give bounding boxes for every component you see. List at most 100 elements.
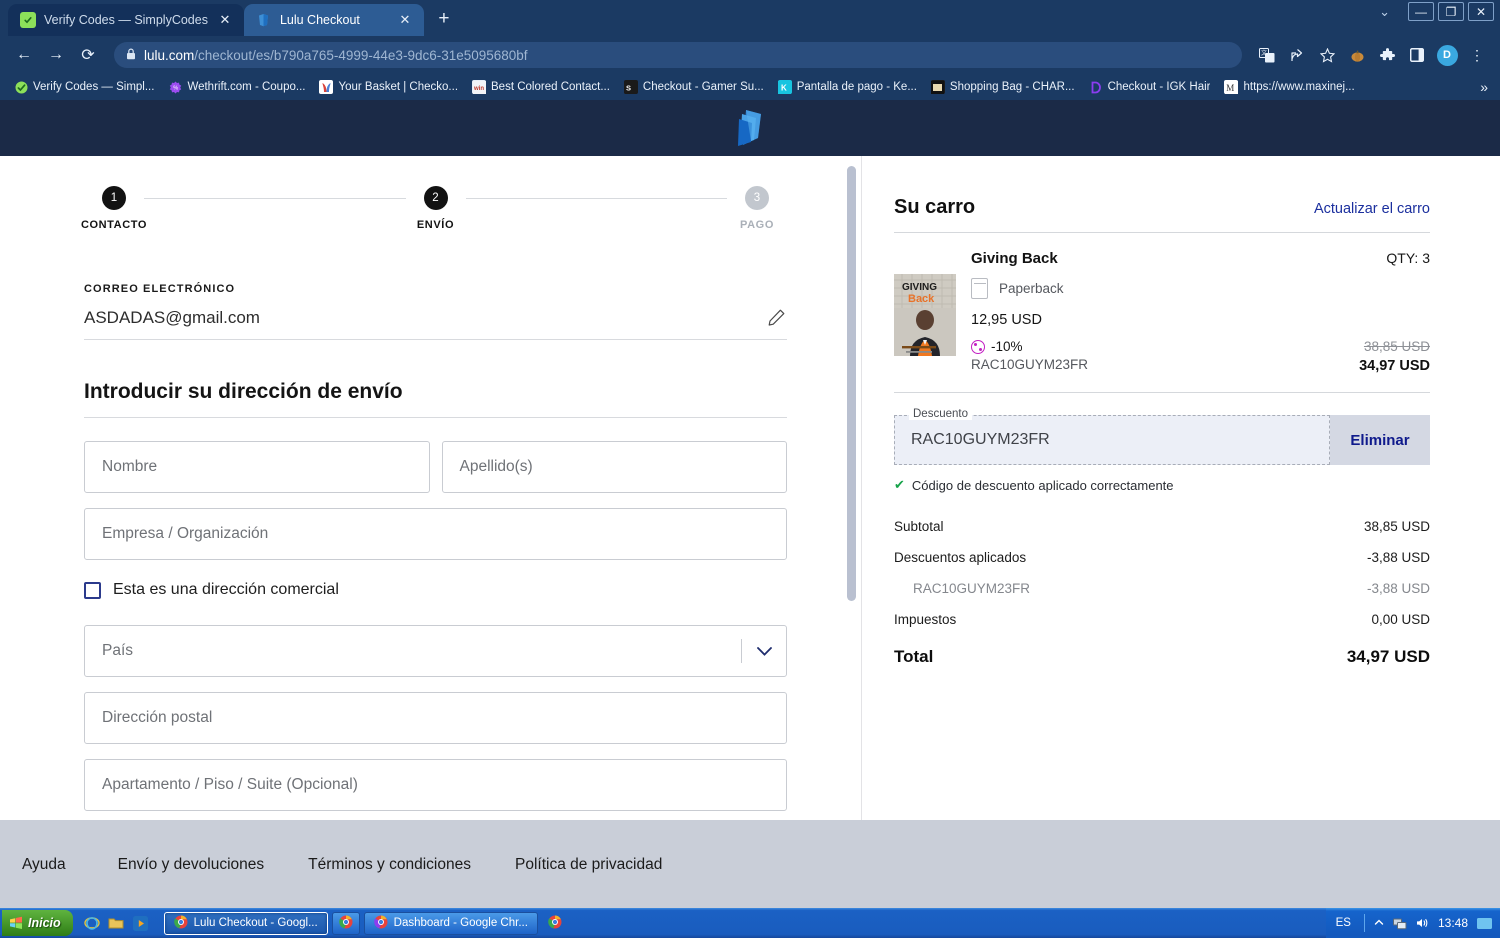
profile-avatar[interactable]: D (1434, 42, 1460, 68)
bookmark-item[interactable]: win Best Colored Contact... (466, 78, 616, 96)
company-placeholder: Empresa / Organización (102, 525, 269, 542)
quick-launch-bar (76, 915, 157, 932)
page-scrollbar[interactable] (847, 166, 856, 811)
sidebar-icon[interactable] (1404, 42, 1430, 68)
close-icon[interactable]: ✕ (216, 11, 234, 29)
product-thumbnail[interactable]: GIVING Back (894, 274, 956, 356)
forward-icon[interactable]: → (42, 41, 70, 69)
tag-icon (971, 339, 985, 354)
extensions-icon[interactable] (1374, 42, 1400, 68)
apartment-field[interactable]: Apartamento / Piso / Suite (Opcional) (84, 759, 787, 811)
bookmark-item[interactable]: % Wethrift.com - Coupo... (162, 78, 311, 96)
task-label: Dashboard - Google Chr... (393, 917, 528, 929)
footer-link-terminos[interactable]: Términos y condiciones (308, 856, 515, 874)
product-quantity: QTY: 3 (1386, 250, 1430, 266)
promo-code-row: Descuento RAC10GUYM23FR Eliminar (894, 408, 1430, 465)
remove-promo-button[interactable]: Eliminar (1330, 415, 1430, 465)
footer-link-envio[interactable]: Envío y devoluciones (118, 856, 308, 874)
folder-icon[interactable] (108, 915, 125, 932)
company-field[interactable]: Empresa / Organización (84, 508, 787, 560)
bookmark-item[interactable]: Your Basket | Checko... (313, 78, 464, 96)
address-row: Dirección postal (84, 692, 787, 744)
new-tab-button[interactable]: + (430, 5, 458, 33)
footer-link-privacidad[interactable]: Política de privacidad (515, 856, 706, 874)
lulu-icon (256, 12, 272, 28)
tray-extra-icon[interactable] (1477, 917, 1492, 929)
bookmark-item[interactable]: Verify Codes — Simpl... (8, 78, 160, 96)
name-row: Nombre Apellido(s) (84, 441, 787, 493)
pumpkin-icon[interactable] (1344, 42, 1370, 68)
volume-icon[interactable] (1416, 917, 1429, 929)
chevron-down-icon[interactable]: ⌄ (1379, 4, 1390, 20)
taskbar-task-lulu[interactable]: Lulu Checkout - Googl... (163, 911, 328, 935)
share-icon[interactable] (1284, 42, 1310, 68)
minimize-button[interactable]: — (1408, 2, 1434, 21)
lulu-logo[interactable] (733, 108, 767, 148)
last-name-field[interactable]: Apellido(s) (441, 441, 787, 493)
total-label: Impuestos (894, 612, 957, 627)
network-icon[interactable] (1392, 917, 1407, 930)
first-name-field[interactable]: Nombre (84, 441, 430, 493)
total-value: 0,00 USD (1371, 612, 1430, 627)
address-placeholder: Dirección postal (102, 709, 213, 726)
cart-item-details: Giving Back QTY: 3 Paperback 12,95 USD -… (971, 250, 1430, 374)
step-envio[interactable]: 2 ENVÍO (406, 186, 466, 231)
restore-button[interactable]: ❐ (1438, 2, 1464, 21)
footer-link-ayuda[interactable]: Ayuda (22, 856, 118, 874)
svg-text:文: 文 (1261, 49, 1267, 57)
commercial-address-checkbox[interactable] (84, 581, 101, 599)
commercial-address-row[interactable]: Esta es una dirección comercial (84, 581, 787, 599)
bookmark-item[interactable]: K Pantalla de pago - Ke... (772, 78, 923, 96)
promo-code-input[interactable]: Descuento RAC10GUYM23FR (894, 408, 1330, 465)
step-number: 2 (423, 186, 448, 210)
start-button[interactable]: Inicio (2, 910, 73, 936)
windows-flag-icon (10, 916, 22, 929)
pencil-icon[interactable] (767, 308, 787, 328)
browser-menu-icon[interactable]: ⋮ (1464, 42, 1490, 68)
bookmark-item[interactable]: S Checkout - Gamer Su... (618, 78, 770, 96)
browser-tab-verify-codes[interactable]: Verify Codes — SimplyCodes ✕ (8, 4, 244, 36)
country-select[interactable]: País (84, 625, 787, 677)
avatar: D (1436, 44, 1458, 66)
clock[interactable]: 13:48 (1438, 916, 1468, 930)
browser-tab-lulu-checkout[interactable]: Lulu Checkout ✕ (243, 4, 424, 36)
bookmark-item[interactable]: Shopping Bag - CHAR... (925, 78, 1081, 96)
bookmark-item[interactable]: Checkout - IGK Hair (1083, 78, 1217, 96)
show-hidden-icon[interactable] (1374, 918, 1384, 928)
taskbar-task-chrome-extra-2[interactable] (542, 912, 568, 935)
media-player-icon[interactable] (132, 915, 149, 932)
close-icon[interactable]: ✕ (396, 11, 414, 29)
chrome-icon (373, 915, 388, 932)
bookmark-star-icon[interactable] (1314, 42, 1340, 68)
chevron-down-icon[interactable] (742, 646, 786, 656)
url-text: lulu.com/checkout/es/b790a765-4999-44e3-… (144, 48, 528, 63)
page-viewport: 1 CONTACTO 2 ENVÍO 3 PAGO CORREO ELECTRÓ… (0, 100, 1500, 908)
cart-title: Su carro (894, 196, 976, 218)
step-pago: 3 PAGO (727, 186, 787, 231)
taskbar-task-dashboard[interactable]: Dashboard - Google Chr... (363, 911, 538, 935)
address-field[interactable]: Dirección postal (84, 692, 787, 744)
reload-icon[interactable]: ⟳ (74, 41, 102, 69)
scrollbar-thumb[interactable] (847, 166, 856, 601)
bookmark-item[interactable]: M https://www.maxinej... (1218, 78, 1360, 96)
product-name[interactable]: Giving Back (971, 250, 1058, 267)
step-contacto[interactable]: 1 CONTACTO (81, 186, 146, 231)
update-cart-link[interactable]: Actualizar el carro (1314, 201, 1430, 217)
book-icon (971, 278, 988, 299)
url-host: lulu.com (144, 47, 195, 63)
grand-total-label: Total (894, 647, 934, 666)
taskbar-task-chrome-extra[interactable] (331, 911, 360, 935)
svg-text:K: K (781, 83, 787, 92)
close-window-button[interactable]: ✕ (1468, 2, 1494, 21)
tab-title: Verify Codes — SimplyCodes (44, 13, 208, 27)
language-indicator[interactable]: ES (1336, 917, 1355, 929)
ie-icon[interactable] (84, 915, 101, 932)
address-bar[interactable]: lulu.com/checkout/es/b790a765-4999-44e3-… (114, 42, 1242, 68)
checkout-steps: 1 CONTACTO 2 ENVÍO 3 PAGO (81, 186, 787, 231)
grand-total-value: 34,97 USD (1346, 647, 1430, 666)
bookmarks-overflow-button[interactable]: » (1480, 79, 1492, 95)
simplycodes-icon (20, 12, 36, 28)
chrome-icon (173, 915, 188, 932)
back-icon[interactable]: ← (10, 41, 38, 69)
translate-icon[interactable]: 文 (1254, 42, 1280, 68)
